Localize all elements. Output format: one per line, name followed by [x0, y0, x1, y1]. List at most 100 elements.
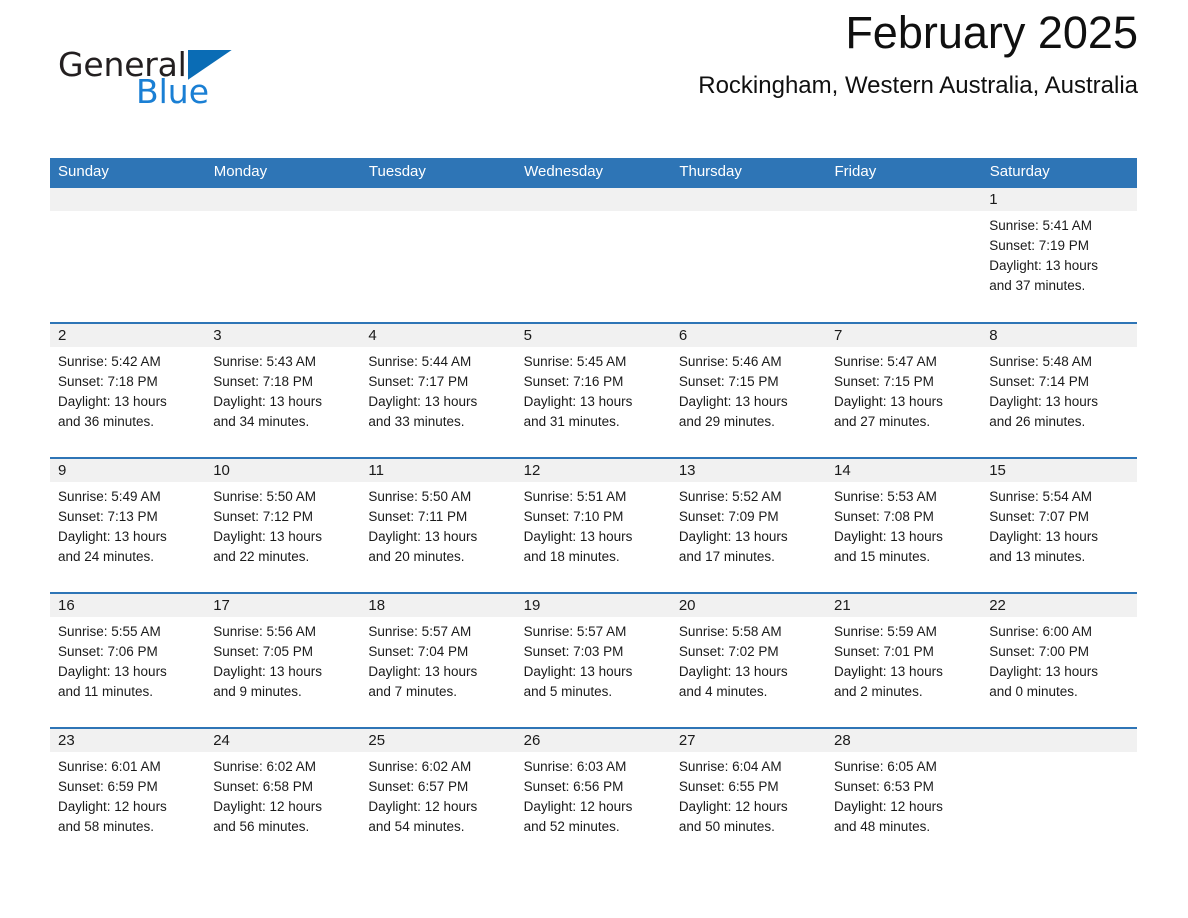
sunset-time: Sunset: 7:13 PM	[58, 509, 158, 524]
day-number: 7	[826, 324, 982, 347]
daylight-duration-line1: Daylight: 13 hours	[678, 394, 788, 409]
day-number	[981, 729, 1137, 752]
day-cell[interactable]: 27 Sunrise: 6:04 AM Sunset: 6:55 PM Dayligh…	[670, 727, 827, 863]
day-number: 11	[360, 459, 516, 482]
day-cell[interactable]: 26 Sunrise: 6:03 AM Sunset: 6:56 PM Dayligh…	[515, 727, 671, 863]
day-info: Sunrise: 5:42 AM Sunset: 7:18 PM Daylight:…	[50, 347, 205, 432]
day-cell[interactable]: 3 Sunrise: 5:43 AM Sunset: 7:18 PM Daylight…	[205, 322, 361, 458]
sunrise-time: Sunrise: 5:56 AM	[213, 624, 317, 639]
day-number: 23	[50, 729, 206, 752]
daylight-duration-line1: Daylight: 13 hours	[678, 664, 788, 679]
day-cell[interactable]: 20 Sunrise: 5:58 AM Sunset: 7:02 PM Dayligh…	[670, 592, 827, 728]
day-cell[interactable]: 15 Sunrise: 5:54 AM Sunset: 7:07 PM Dayligh…	[981, 457, 1137, 593]
day-cell[interactable]: 12 Sunrise: 5:51 AM Sunset: 7:10 PM Dayligh…	[515, 457, 671, 593]
daylight-duration-line1: Daylight: 13 hours	[213, 394, 323, 409]
sunset-time: Sunset: 7:15 PM	[834, 374, 934, 389]
day-cell[interactable]: 17 Sunrise: 5:56 AM Sunset: 7:05 PM Dayligh…	[205, 592, 361, 728]
day-cell[interactable]: 2 Sunrise: 5:42 AM Sunset: 7:18 PM Daylight…	[50, 322, 206, 458]
daylight-duration-line2: and 17 minutes.	[678, 549, 775, 564]
day-info: Sunrise: 5:50 AM Sunset: 7:11 PM Daylight:…	[360, 482, 515, 567]
week-row: 1 Sunrise: 5:41 AM Sunset: 7:19 PM Daylight…	[50, 188, 1137, 323]
day-info: Sunrise: 5:47 AM Sunset: 7:15 PM Daylight:…	[826, 347, 981, 432]
day-cell[interactable]: 24 Sunrise: 6:02 AM Sunset: 6:58 PM Dayligh…	[205, 727, 361, 863]
day-cell-empty	[515, 188, 671, 323]
sunset-time: Sunset: 7:04 PM	[368, 644, 469, 659]
day-info: Sunrise: 5:52 AM Sunset: 7:09 PM Daylight:…	[671, 482, 826, 567]
sunrise-time: Sunrise: 5:49 AM	[58, 489, 161, 504]
sunset-time: Sunset: 7:18 PM	[213, 374, 314, 389]
day-number: 13	[670, 459, 827, 482]
day-cell[interactable]: 18 Sunrise: 5:57 AM Sunset: 7:04 PM Dayligh…	[360, 592, 516, 728]
day-cell[interactable]: 1 Sunrise: 5:41 AM Sunset: 7:19 PM Daylight…	[981, 188, 1137, 323]
day-cell[interactable]: 21 Sunrise: 5:59 AM Sunset: 7:01 PM Dayligh…	[826, 592, 982, 728]
day-cell-empty	[981, 727, 1137, 863]
day-cell-empty	[670, 188, 827, 323]
title-block: February 2025 Rockingham, Western Austra…	[438, 0, 1138, 101]
daylight-duration-line1: Daylight: 13 hours	[989, 394, 1099, 409]
sunrise-time: Sunrise: 5:55 AM	[58, 624, 161, 639]
day-cell[interactable]: 4 Sunrise: 5:44 AM Sunset: 7:17 PM Daylight…	[360, 322, 516, 458]
day-cell[interactable]: 11 Sunrise: 5:50 AM Sunset: 7:11 PM Dayligh…	[360, 457, 516, 593]
page-subtitle: Rockingham, Western Australia, Australia	[698, 72, 1138, 99]
day-cell[interactable]: 6 Sunrise: 5:46 AM Sunset: 7:15 PM Daylight…	[670, 322, 827, 458]
daylight-duration-line1: Daylight: 13 hours	[213, 664, 323, 679]
day-number	[360, 188, 516, 211]
sunset-time: Sunset: 7:12 PM	[213, 509, 314, 524]
day-info: Sunrise: 5:58 AM Sunset: 7:02 PM Daylight:…	[671, 617, 826, 702]
day-cell[interactable]: 19 Sunrise: 5:57 AM Sunset: 7:03 PM Dayligh…	[515, 592, 671, 728]
day-cell[interactable]: 8 Sunrise: 5:48 AM Sunset: 7:14 PM Daylight…	[981, 322, 1137, 458]
day-info: Sunrise: 6:02 AM Sunset: 6:58 PM Daylight:…	[205, 752, 360, 837]
logo-blue-text: Blue	[136, 72, 210, 111]
day-cell[interactable]: 13 Sunrise: 5:52 AM Sunset: 7:09 PM Dayligh…	[670, 457, 827, 593]
day-cell[interactable]: 25 Sunrise: 6:02 AM Sunset: 6:57 PM Dayligh…	[360, 727, 516, 863]
day-number: 3	[205, 324, 361, 347]
day-cell[interactable]: 7 Sunrise: 5:47 AM Sunset: 7:15 PM Daylight…	[826, 322, 982, 458]
daylight-duration-line2: and 22 minutes.	[213, 549, 310, 564]
day-cell[interactable]: 22 Sunrise: 6:00 AM Sunset: 7:00 PM Dayligh…	[981, 592, 1137, 728]
day-cell[interactable]: 16 Sunrise: 5:55 AM Sunset: 7:06 PM Dayligh…	[50, 592, 206, 728]
daylight-duration-line2: and 37 minutes.	[989, 278, 1086, 293]
day-info: Sunrise: 6:02 AM Sunset: 6:57 PM Daylight:…	[360, 752, 515, 837]
daylight-duration-line1: Daylight: 13 hours	[58, 394, 167, 409]
dayname-friday: Friday	[826, 158, 982, 188]
day-info: Sunrise: 5:53 AM Sunset: 7:08 PM Daylight:…	[826, 482, 981, 567]
day-info: Sunrise: 5:56 AM Sunset: 7:05 PM Daylight:…	[205, 617, 360, 702]
calendar-head: Sunday Monday Tuesday Wednesday Thursday Frid…	[50, 158, 1138, 188]
sunrise-time: Sunrise: 5:46 AM	[678, 354, 782, 369]
day-info: Sunrise: 5:49 AM Sunset: 7:13 PM Daylight:…	[50, 482, 205, 567]
day-info: Sunrise: 6:04 AM Sunset: 6:55 PM Daylight:…	[671, 752, 826, 837]
day-info: Sunrise: 5:46 AM Sunset: 7:15 PM Daylight:…	[671, 347, 826, 432]
day-info: Sunrise: 5:57 AM Sunset: 7:04 PM Daylight:…	[360, 617, 515, 702]
day-number: 12	[515, 459, 671, 482]
day-cell[interactable]: 5 Sunrise: 5:45 AM Sunset: 7:16 PM Daylight…	[515, 322, 671, 458]
daylight-duration-line1: Daylight: 12 hours	[678, 799, 788, 814]
day-number: 20	[670, 594, 827, 617]
sunset-time: Sunset: 6:53 PM	[834, 779, 934, 794]
sunset-time: Sunset: 7:03 PM	[523, 644, 624, 659]
daylight-duration-line1: Daylight: 13 hours	[58, 664, 167, 679]
sunrise-time: Sunrise: 6:02 AM	[213, 759, 317, 774]
general-blue-logo[interactable]: General Blue	[58, 45, 318, 115]
day-cell[interactable]: 10 Sunrise: 5:50 AM Sunset: 7:12 PM Dayligh…	[205, 457, 361, 593]
week-row: 16 Sunrise: 5:55 AM Sunset: 7:06 PM Dayligh…	[50, 592, 1137, 728]
day-cell[interactable]: 28 Sunrise: 6:05 AM Sunset: 6:53 PM Dayligh…	[826, 727, 982, 863]
daylight-duration-line2: and 11 minutes.	[58, 684, 154, 699]
daylight-duration-line1: Daylight: 13 hours	[678, 529, 788, 544]
day-cell[interactable]: 9 Sunrise: 5:49 AM Sunset: 7:13 PM Daylight…	[50, 457, 206, 593]
daylight-duration-line2: and 31 minutes.	[523, 414, 620, 429]
daylight-duration-line2: and 20 minutes.	[368, 549, 465, 564]
sunset-time: Sunset: 7:17 PM	[368, 374, 469, 389]
day-number: 24	[205, 729, 361, 752]
day-info: Sunrise: 5:43 AM Sunset: 7:18 PM Daylight:…	[205, 347, 360, 432]
calendar-body: 1 Sunrise: 5:41 AM Sunset: 7:19 PM Daylight…	[50, 188, 1137, 863]
day-number: 5	[515, 324, 671, 347]
dayname-tuesday: Tuesday	[360, 158, 517, 188]
dayname-sunday: Sunday	[50, 158, 206, 188]
sunrise-time: Sunrise: 5:57 AM	[368, 624, 472, 639]
daylight-duration-line1: Daylight: 13 hours	[523, 394, 633, 409]
daylight-duration-line2: and 56 minutes.	[213, 819, 310, 834]
day-cell[interactable]: 23 Sunrise: 6:01 AM Sunset: 6:59 PM Dayligh…	[50, 727, 206, 863]
day-info: Sunrise: 5:57 AM Sunset: 7:03 PM Daylight:…	[516, 617, 671, 702]
day-cell[interactable]: 14 Sunrise: 5:53 AM Sunset: 7:08 PM Dayligh…	[826, 457, 982, 593]
dayname-saturday: Saturday	[981, 158, 1138, 188]
